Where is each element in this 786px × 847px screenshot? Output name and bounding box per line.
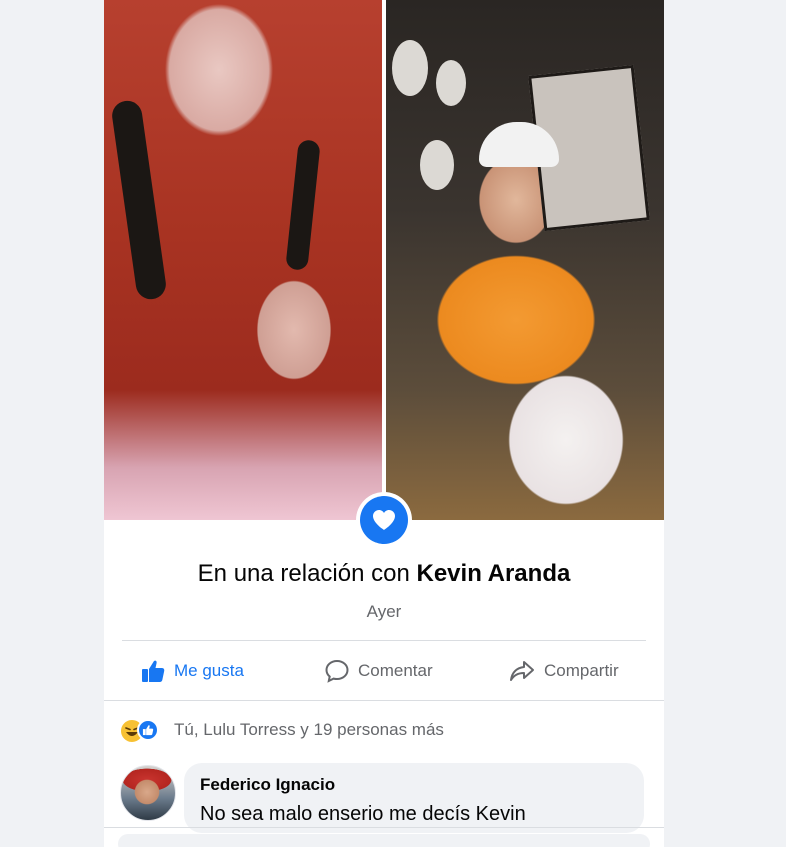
comment-bubble: Federico Ignacio No sea malo enserio me … <box>184 763 644 833</box>
like-button[interactable]: Me gusta <box>140 650 244 692</box>
relationship-photos[interactable] <box>104 0 664 520</box>
heart-icon <box>360 496 408 544</box>
share-arrow-icon <box>510 661 534 681</box>
comment-author[interactable]: Federico Ignacio <box>200 775 335 795</box>
share-button[interactable]: Compartir <box>508 650 619 692</box>
comment-label: Comentar <box>358 661 433 680</box>
divider <box>104 827 664 828</box>
like-label: Me gusta <box>174 661 244 680</box>
comment-icon <box>325 659 349 683</box>
status-prefix: En una relación con <box>197 560 410 587</box>
next-comment-bubble <box>118 834 650 847</box>
post-actions: Me gusta Comentar Compartir <box>104 650 664 692</box>
like-icon <box>137 719 159 741</box>
profile-photo-left[interactable] <box>104 0 382 520</box>
profile-photo-right[interactable] <box>386 0 664 520</box>
comment-button[interactable]: Comentar <box>324 650 433 692</box>
divider <box>122 640 646 641</box>
comment-text: No sea malo enserio me decís Kevin <box>200 803 526 825</box>
avatar[interactable] <box>120 765 176 821</box>
comment-item: Federico Ignacio No sea malo enserio me … <box>120 763 648 833</box>
post-card: En una relación con Kevin Aranda Ayer Me… <box>104 0 664 847</box>
divider <box>104 700 664 701</box>
partner-name-link[interactable]: Kevin Aranda <box>417 560 571 587</box>
heart-badge <box>356 492 412 548</box>
reactions-summary[interactable]: Tú, Lulu Torress y 19 personas más <box>120 716 444 744</box>
reaction-icons <box>120 718 168 743</box>
relationship-status: En una relación con Kevin Aranda <box>104 560 664 588</box>
post-timestamp[interactable]: Ayer <box>104 602 664 622</box>
thumbs-up-icon <box>142 660 165 682</box>
reactions-text: Tú, Lulu Torress y 19 personas más <box>174 720 444 739</box>
share-label: Compartir <box>544 661 619 680</box>
